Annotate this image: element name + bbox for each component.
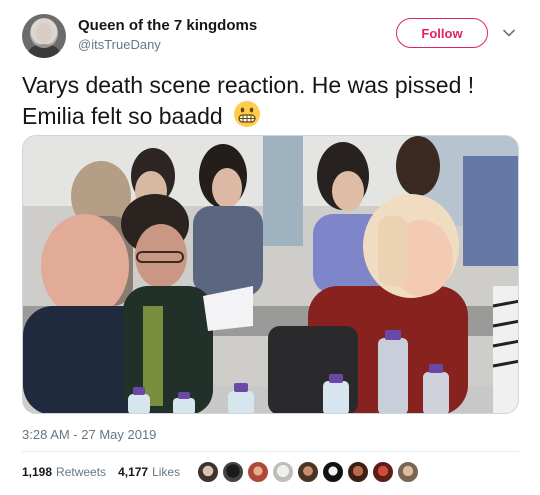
liker-avatar[interactable] [396, 460, 420, 484]
grimacing-face-icon [233, 100, 261, 135]
liker-avatar[interactable] [296, 460, 320, 484]
retweets-stat[interactable]: 1,198 Retweets [22, 465, 106, 479]
author-name[interactable]: Queen of the 7 kingdoms [78, 17, 257, 34]
chevron-down-icon[interactable] [502, 26, 516, 40]
tweet-photo[interactable] [22, 135, 519, 414]
photo-scene [23, 136, 518, 413]
liker-avatar[interactable] [371, 460, 395, 484]
likes-stat[interactable]: 4,177 Likes [118, 465, 180, 479]
tweet-stats: 1,198 Retweets 4,177 Likes [22, 465, 180, 479]
author-avatar[interactable] [22, 14, 66, 58]
tweet-text: Varys death scene reaction. He was pisse… [22, 70, 522, 135]
follow-button[interactable]: Follow [396, 18, 488, 48]
author-handle[interactable]: @itsTrueDany [78, 37, 161, 52]
likes-count: 4,177 [118, 465, 149, 479]
liker-avatars [196, 460, 421, 486]
retweets-count: 1,198 [22, 465, 53, 479]
tweet-header: Queen of the 7 kingdoms @itsTrueDany Fol… [22, 14, 522, 58]
stats-divider [22, 451, 519, 452]
tweet-text-line-1: Varys death scene reaction. He was pisse… [22, 72, 475, 98]
liker-avatar[interactable] [346, 460, 370, 484]
retweets-label: Retweets [56, 465, 107, 479]
liker-avatar[interactable] [271, 460, 295, 484]
liker-avatar[interactable] [221, 460, 245, 484]
liker-avatar[interactable] [246, 460, 270, 484]
liker-avatar[interactable] [321, 460, 345, 484]
likes-label: Likes [152, 465, 181, 479]
liker-avatar[interactable] [196, 460, 220, 484]
tweet-text-line-2: Emilia felt so baadd [22, 103, 223, 129]
tweet-timestamp[interactable]: 3:28 AM - 27 May 2019 [22, 427, 156, 442]
